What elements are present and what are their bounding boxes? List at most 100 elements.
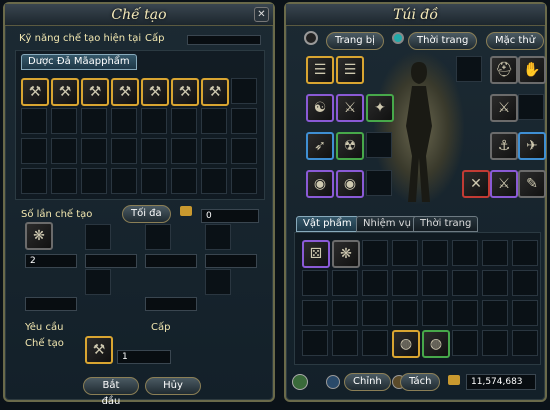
bag-slot[interactable]: [512, 270, 538, 296]
bag-slot[interactable]: [392, 300, 418, 326]
material-slot-3[interactable]: [145, 224, 171, 250]
recipe-item[interactable]: ⚒: [171, 78, 199, 106]
bag-slot[interactable]: [512, 300, 538, 326]
recipe-item[interactable]: ⚒: [21, 78, 49, 106]
bag-slot[interactable]: [302, 330, 328, 356]
sort-icon[interactable]: [292, 374, 308, 390]
equip-slot[interactable]: [366, 170, 392, 196]
material-qty-2[interactable]: [85, 254, 137, 268]
recipe-slot[interactable]: [51, 168, 77, 194]
equip-bow-icon[interactable]: ➶: [306, 132, 334, 160]
bag-slot[interactable]: [482, 300, 508, 326]
equip-gear-icon[interactable]: ⚓: [490, 132, 518, 160]
bag-slot[interactable]: [422, 240, 448, 266]
bag-slot[interactable]: [512, 330, 538, 356]
equip-ring-icon[interactable]: ☯: [306, 94, 334, 122]
material-slot-5[interactable]: [85, 269, 111, 295]
equip-cross-icon[interactable]: ✕: [462, 170, 490, 198]
bag-slot[interactable]: [302, 270, 328, 296]
recipe-slot[interactable]: [171, 138, 197, 164]
bag-slot[interactable]: [362, 300, 388, 326]
bag-slot[interactable]: [392, 270, 418, 296]
recipe-slot[interactable]: [141, 108, 167, 134]
recipe-slot[interactable]: [51, 138, 77, 164]
recipe-slot[interactable]: [81, 138, 107, 164]
recipe-slot[interactable]: [81, 108, 107, 134]
combine-button[interactable]: Chỉnh: [344, 373, 391, 391]
material-slot-6[interactable]: [205, 269, 231, 295]
equip-quill-icon[interactable]: ✎: [518, 170, 546, 198]
recipe-slot[interactable]: [231, 108, 257, 134]
bag-slot[interactable]: [422, 300, 448, 326]
recipe-slot[interactable]: [201, 108, 227, 134]
bag-slot[interactable]: [452, 240, 478, 266]
bag-slot[interactable]: [452, 300, 478, 326]
recipe-slot[interactable]: [141, 168, 167, 194]
max-button[interactable]: Tối đa: [122, 205, 171, 223]
recipe-slot[interactable]: [21, 108, 47, 134]
bag-tab-quest[interactable]: Nhiệm vụ: [356, 216, 418, 232]
bag-slot[interactable]: [482, 330, 508, 356]
equip-orb-icon[interactable]: ◉: [336, 170, 364, 198]
material-qty-4[interactable]: [205, 254, 257, 268]
recipe-slot[interactable]: [111, 168, 137, 194]
recipe-slot[interactable]: [111, 138, 137, 164]
material-slot-4[interactable]: [205, 224, 231, 250]
equip-wing-icon[interactable]: ✈: [518, 132, 546, 160]
equip-slot[interactable]: [518, 94, 544, 120]
equip-charm-icon[interactable]: ✦: [366, 94, 394, 122]
bag-item-gem[interactable]: ◍: [422, 330, 450, 358]
equip-armor-icon[interactable]: ⚔: [490, 94, 518, 122]
wear-try-button[interactable]: Mặc thử: [486, 32, 545, 50]
recipe-item[interactable]: ⚒: [51, 78, 79, 106]
recipe-item[interactable]: ⚒: [141, 78, 169, 106]
equip-orb-icon[interactable]: ◉: [306, 170, 334, 198]
bag-item-fur[interactable]: ❋: [332, 240, 360, 268]
recipe-slot[interactable]: [231, 138, 257, 164]
bag-slot[interactable]: [302, 300, 328, 326]
equip-mask-icon[interactable]: ☢: [336, 132, 364, 160]
start-button[interactable]: Bắt đầu: [83, 377, 139, 407]
equip-glove-icon[interactable]: ✋: [518, 56, 546, 84]
bag-slot[interactable]: [332, 270, 358, 296]
bag-slot[interactable]: [332, 330, 358, 356]
equip-tab[interactable]: Trang bị: [326, 32, 384, 50]
equip-scroll-icon[interactable]: ☰: [306, 56, 334, 84]
equip-sword-icon[interactable]: ⚔: [490, 170, 518, 198]
fashion-tab[interactable]: Thời trang: [408, 32, 478, 50]
recipe-slot[interactable]: [201, 138, 227, 164]
result-qty[interactable]: 1: [117, 350, 171, 364]
bag-tab-items[interactable]: Vật phẩm: [296, 216, 359, 232]
bag-slot[interactable]: [482, 270, 508, 296]
recipe-slot[interactable]: [81, 168, 107, 194]
equip-slot[interactable]: [366, 132, 392, 158]
bag-slot[interactable]: [512, 240, 538, 266]
recipe-item[interactable]: ⚒: [111, 78, 139, 106]
recipe-slot[interactable]: [51, 108, 77, 134]
cancel-button[interactable]: Hủy: [145, 377, 201, 395]
split-button[interactable]: Tách: [400, 373, 441, 391]
recipe-slot[interactable]: [141, 138, 167, 164]
material-slot-2[interactable]: [85, 224, 111, 250]
bag-slot[interactable]: [452, 330, 478, 356]
recipe-slot[interactable]: [21, 168, 47, 194]
material-qty-6[interactable]: [145, 297, 197, 311]
material-qty-5[interactable]: [25, 297, 77, 311]
bag-slot[interactable]: [362, 270, 388, 296]
bag-slot[interactable]: [392, 240, 418, 266]
recipe-item[interactable]: ⚒: [81, 78, 109, 106]
recipe-item[interactable]: ⚒: [201, 78, 229, 106]
recipe-slot[interactable]: [231, 78, 257, 104]
bag-item-ring[interactable]: ◍: [392, 330, 420, 358]
material-qty-3[interactable]: [145, 254, 197, 268]
bag-slot[interactable]: [362, 240, 388, 266]
recipe-slot[interactable]: [171, 168, 197, 194]
result-slot[interactable]: ⚒: [85, 336, 113, 364]
recipe-slot[interactable]: [21, 138, 47, 164]
material-slot-1[interactable]: ❋: [25, 222, 53, 250]
bag-tab-fashion[interactable]: Thời trang: [413, 216, 479, 232]
bag-slot[interactable]: [422, 270, 448, 296]
equip-slot[interactable]: [456, 56, 482, 82]
equip-weapon-icon[interactable]: ⚔: [336, 94, 364, 122]
recipe-tab[interactable]: Dược Đả Mãapphẩm: [21, 54, 137, 70]
